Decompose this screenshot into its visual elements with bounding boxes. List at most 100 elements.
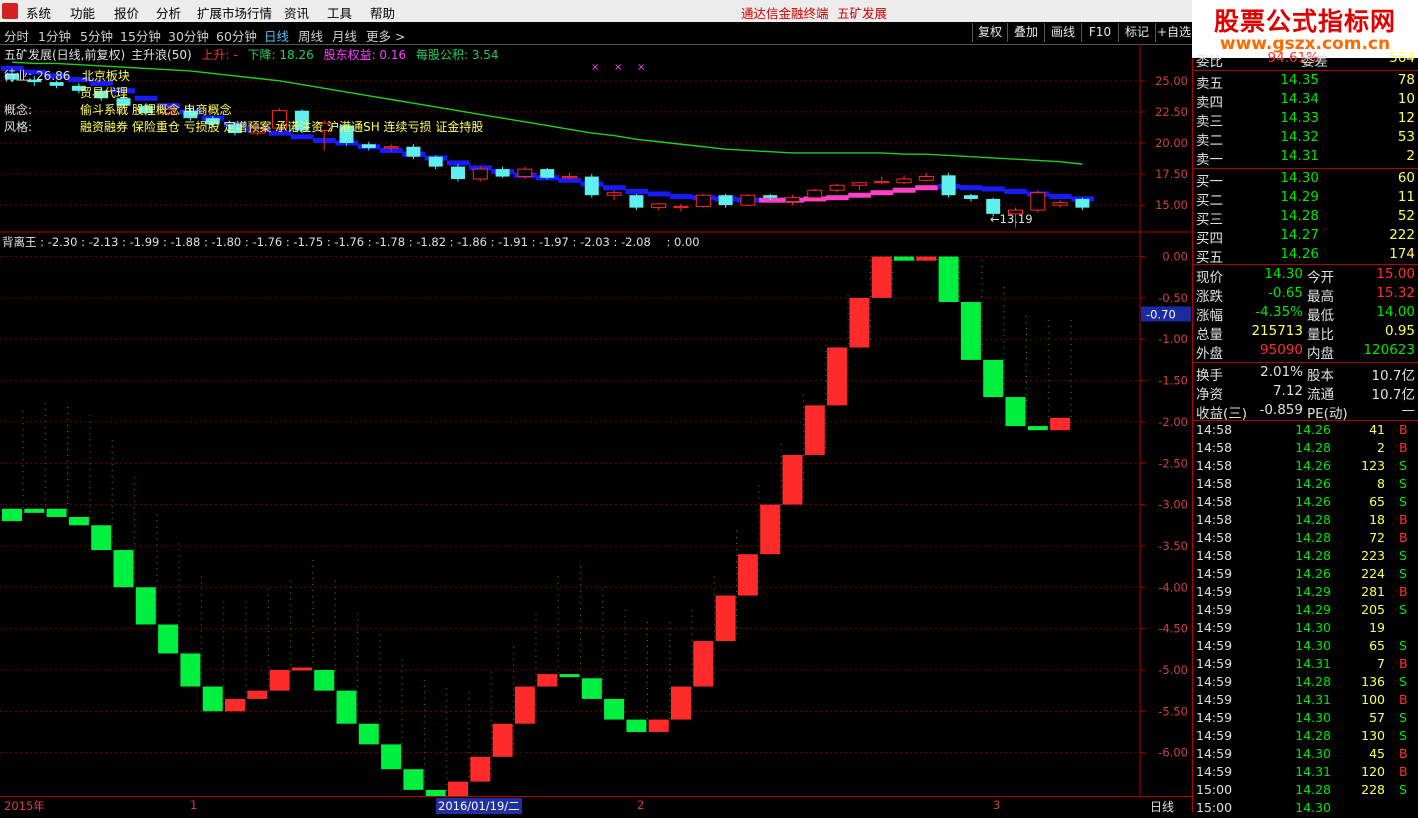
mark-button[interactable]: 标记: [1118, 23, 1155, 42]
tick-side: B: [1399, 422, 1408, 437]
up-label: 上升: -: [201, 48, 238, 62]
period-tab-30min[interactable]: 30分钟: [168, 26, 209, 45]
period-tab-15min[interactable]: 15分钟: [120, 26, 161, 45]
draw-line-button[interactable]: 画线: [1044, 23, 1081, 42]
f10-button[interactable]: F10: [1081, 23, 1118, 42]
oscillator-bar: [537, 674, 558, 687]
chart-area[interactable]: × × × 25.00 22.50 20.00 17.50 15.00 0.00 -0.50 -1…: [0, 44, 1192, 796]
tick-time: 14:58: [1196, 494, 1233, 509]
candle-body: [673, 205, 689, 209]
tick-row: 14:59 14.29 281 B: [1193, 584, 1418, 602]
menu-item-help[interactable]: 帮助: [370, 3, 395, 22]
candle-body: [874, 181, 890, 184]
row-label: 卖四: [1196, 95, 1223, 111]
fin-label: 净资: [1196, 387, 1223, 403]
price-tick-label: 25.00: [1155, 74, 1188, 88]
period-tab-5min[interactable]: 5分钟: [80, 26, 113, 45]
menu-item-analysis[interactable]: 分析: [156, 3, 181, 22]
info-value: 偷斗系戰 股理概念 电商概念: [80, 103, 232, 117]
menu-item-tools[interactable]: 工具: [327, 3, 352, 22]
oscillator-bar: [225, 698, 245, 712]
tick-time: 15:00: [1196, 800, 1233, 815]
osc-tick-label: -4.50: [1158, 622, 1188, 636]
ask-row: 卖三 14.33 12: [1193, 110, 1418, 130]
row-volume: 12: [1397, 110, 1415, 126]
tick-volume: 2: [1377, 440, 1385, 455]
menu-item-extended-market[interactable]: 扩展市场行情: [197, 3, 272, 22]
tick-time: 14:59: [1196, 584, 1233, 599]
menu-item-news[interactable]: 资讯: [284, 3, 309, 22]
tick-price: 14.31: [1295, 692, 1331, 707]
oscillator-bar: [671, 686, 691, 720]
row-label: 买四: [1196, 231, 1223, 247]
stat-label: 内盘: [1307, 346, 1334, 362]
app-title: 通达信金融终端: [741, 6, 829, 21]
menu-item-quote[interactable]: 报价: [114, 3, 139, 22]
row-price: 14.34: [1280, 91, 1319, 107]
info-label: 风格:: [4, 120, 33, 134]
price-tick-label: 22.50: [1155, 105, 1188, 119]
candle-body: [606, 192, 622, 196]
candle-body: [1075, 198, 1090, 208]
support-segment: [870, 190, 894, 196]
tick-price: 14.30: [1295, 710, 1331, 725]
tick-price: 14.26: [1295, 494, 1331, 509]
tick-row: 14:58 14.28 2 B: [1193, 440, 1418, 458]
info-line: 风格: 融资融券 保险重仓 亏损股 定增预案 承诺注资 沪港通SH 连续亏损 证金…: [4, 119, 483, 136]
overlay-button[interactable]: 叠加: [1007, 23, 1044, 42]
bid-row: 买五 14.26 174: [1193, 246, 1418, 266]
oscillator-bar: [1027, 426, 1048, 431]
fin-value: 10.7亿: [1371, 387, 1415, 403]
tick-time: 14:59: [1196, 746, 1233, 761]
period-tab-weekly[interactable]: 周线: [298, 26, 323, 45]
candle-body: [406, 146, 421, 157]
tick-time: 14:58: [1196, 476, 1233, 491]
tick-side: S: [1399, 674, 1407, 689]
osc-tick-label: -5.00: [1158, 663, 1188, 677]
tick-side: S: [1399, 638, 1407, 653]
row-price: 14.30: [1280, 170, 1319, 186]
period-tab-60min[interactable]: 60分钟: [216, 26, 257, 45]
oscillator-chart[interactable]: [2, 256, 1072, 796]
period-tab-intraday[interactable]: 分时: [4, 26, 29, 45]
price-tick-label: 17.50: [1155, 167, 1188, 181]
oscillator-bar: [938, 256, 959, 303]
oscillator-value: : -1.75: [282, 235, 324, 249]
row-volume: 78: [1397, 72, 1415, 88]
oscillator-bar: [849, 297, 870, 348]
row-volume: 2: [1406, 148, 1415, 164]
osc-tick-label: -2.00: [1158, 415, 1188, 429]
stat-label: 涨跌: [1196, 289, 1223, 305]
row-label: 卖五: [1196, 76, 1223, 92]
row-price: 14.28: [1280, 208, 1319, 224]
row-price: 14.29: [1280, 189, 1319, 205]
tick-volume: 19: [1369, 620, 1385, 635]
stock-title: 五矿发展: [837, 6, 888, 21]
menu-item-function[interactable]: 功能: [70, 3, 95, 22]
tick-side: S: [1399, 728, 1407, 743]
row-label: 卖三: [1196, 114, 1223, 130]
period-tab-1min[interactable]: 1分钟: [38, 26, 71, 45]
tick-row: 14:59 14.30 19: [1193, 620, 1418, 638]
fin-label: 流通: [1307, 387, 1334, 403]
fin-value: 7.12: [1272, 383, 1303, 399]
tick-time: 14:59: [1196, 620, 1233, 635]
oscillator-bar: [158, 624, 179, 654]
adjust-button[interactable]: 复权: [972, 23, 1007, 42]
osc-tick-label: -3.00: [1158, 498, 1188, 512]
menu-item-system[interactable]: 系统: [26, 3, 51, 22]
tick-price: 14.26: [1295, 566, 1331, 581]
oscillator-bar: [648, 719, 669, 732]
order-ratio-label: 委比: [1196, 54, 1223, 70]
tick-side: B: [1399, 512, 1408, 527]
period-tab-monthly[interactable]: 月线: [332, 26, 357, 45]
period-tab-daily[interactable]: 日线: [264, 26, 289, 45]
tick-price: 14.31: [1295, 656, 1331, 671]
oscillator-bar: [403, 769, 424, 790]
oscillator-value: : -1.78: [364, 235, 406, 249]
support-segment: [1004, 188, 1028, 194]
period-tab-more[interactable]: 更多 >: [366, 26, 405, 45]
tick-volume: 223: [1361, 548, 1385, 563]
tick-price: 14.28: [1295, 674, 1331, 689]
add-watchlist-button[interactable]: +自选: [1155, 23, 1192, 42]
